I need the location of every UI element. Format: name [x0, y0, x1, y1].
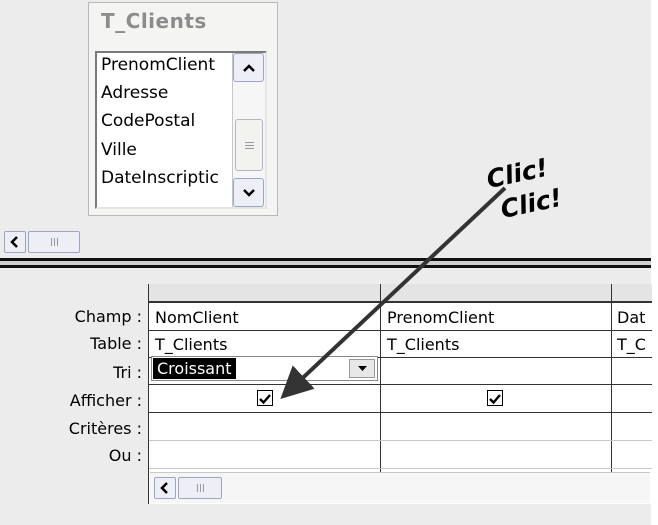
show-checkbox[interactable] [257, 390, 273, 406]
chevron-down-icon [242, 188, 255, 197]
field-item-adresse[interactable]: Adresse [101, 83, 168, 103]
scroll-down-button[interactable] [233, 178, 264, 207]
field-item-dateinscription[interactable]: DateInscriptic [101, 168, 219, 188]
table-title: T_Clients [101, 9, 207, 33]
field-item-ville[interactable]: Ville [101, 140, 137, 160]
chevron-left-icon [10, 236, 18, 248]
row-label-champ: Champ : [74, 307, 142, 326]
field-cell[interactable]: PrenomClient [387, 308, 494, 328]
query-grid[interactable]: NomClient T_Clients Croissant PrenomClie… [148, 284, 652, 504]
triangle-down-icon [357, 366, 367, 371]
pane-splitter[interactable] [0, 258, 651, 268]
field-cell[interactable]: Dat [617, 308, 645, 328]
sort-selected-value: Croissant [153, 358, 236, 379]
scroll-up-button[interactable] [233, 53, 264, 82]
field-list[interactable]: PrenomClient Adresse CodePostal Ville Da… [95, 51, 267, 209]
field-item-prenomclient[interactable]: PrenomClient [101, 55, 215, 75]
row-label-criteres: Critères : [68, 419, 142, 438]
table-pane: T_Clients PrenomClient Adresse CodePosta… [0, 0, 651, 258]
chevron-left-icon [160, 482, 168, 494]
column-selector[interactable] [612, 284, 652, 302]
field-list-vertical-scrollbar[interactable] [232, 53, 265, 207]
row-label-afficher: Afficher : [69, 391, 142, 410]
checkmark-icon [489, 394, 501, 405]
table-cell[interactable]: T_Clients [155, 335, 227, 355]
field-cell[interactable]: NomClient [155, 308, 239, 328]
table-cell[interactable]: T_Clients [387, 335, 459, 355]
scroll-left-button[interactable] [154, 477, 176, 499]
checkmark-icon [259, 394, 271, 405]
column-selector[interactable] [149, 284, 380, 302]
grid-horizontal-scrollbar[interactable] [150, 472, 650, 503]
scroll-thumb[interactable] [235, 119, 263, 171]
chevron-up-icon [242, 63, 255, 72]
scroll-left-button[interactable] [4, 231, 26, 253]
table-cell[interactable]: T_C [617, 335, 646, 355]
row-label-tri: Tri : [113, 363, 142, 382]
show-checkbox[interactable] [487, 390, 503, 406]
scroll-thumb[interactable] [178, 477, 222, 499]
sort-dropdown[interactable]: Croissant [151, 356, 378, 381]
row-label-ou: Ou : [108, 446, 142, 465]
table-field-list-window[interactable]: T_Clients PrenomClient Adresse CodePosta… [88, 2, 278, 216]
scroll-thumb[interactable] [28, 231, 80, 253]
column-selector[interactable] [381, 284, 611, 302]
row-label-table: Table : [90, 334, 142, 353]
field-item-codepostal[interactable]: CodePostal [101, 111, 195, 131]
pane-horizontal-scrollbar[interactable] [4, 231, 82, 253]
dropdown-button[interactable] [349, 359, 375, 378]
